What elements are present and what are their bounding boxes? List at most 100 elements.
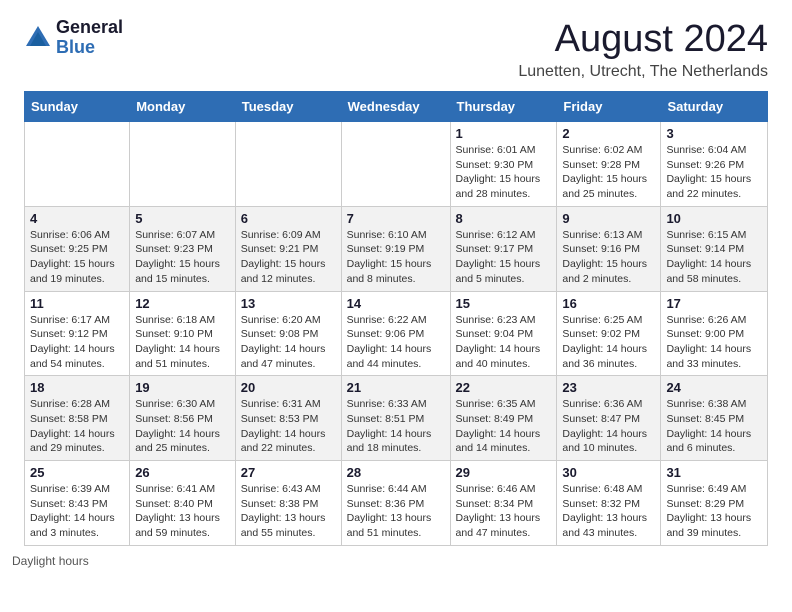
calendar-cell: 17Sunrise: 6:26 AMSunset: 9:00 PMDayligh… (661, 291, 768, 376)
calendar-cell (341, 122, 450, 207)
main-title: August 2024 (518, 18, 768, 61)
calendar-row-2: 4Sunrise: 6:06 AMSunset: 9:25 PMDaylight… (25, 206, 768, 291)
logo-text: General Blue (56, 18, 123, 58)
day-number: 8 (456, 211, 552, 226)
calendar-row-3: 11 Sunrise: 6:17 AMSunset: 9:12 PMDayligh… (25, 291, 768, 376)
calendar-cell: 8Sunrise: 6:12 AMSunset: 9:17 PMDaylight… (450, 206, 557, 291)
calendar-cell: 22 Sunrise: 6:35 AMSunset: 8:49 PMDayligh… (450, 376, 557, 461)
calendar-cell: 29Sunrise: 6:46 AMSunset: 8:34 PMDayligh… (450, 461, 557, 546)
day-number: 11 (30, 296, 124, 311)
day-info: Sunrise: 6:04 AMSunset: 9:26 PMDaylight:… (666, 143, 762, 202)
calendar-cell: 14Sunrise: 6:22 AMSunset: 9:06 PMDayligh… (341, 291, 450, 376)
logo-general: General (56, 18, 123, 38)
col-thursday: Thursday (450, 92, 557, 122)
calendar-cell: 25 Sunrise: 6:39 AMSunset: 8:43 PMDayligh… (25, 461, 130, 546)
header-row: Sunday Monday Tuesday Wednesday Thursday… (25, 92, 768, 122)
day-info: Sunrise: 6:35 AMSunset: 8:49 PMDaylight:… (456, 397, 552, 456)
calendar-cell: 9Sunrise: 6:13 AMSunset: 9:16 PMDaylight… (557, 206, 661, 291)
calendar-row-5: 25 Sunrise: 6:39 AMSunset: 8:43 PMDayligh… (25, 461, 768, 546)
day-number: 10 (666, 211, 762, 226)
calendar-cell: 27Sunrise: 6:43 AMSunset: 8:38 PMDayligh… (235, 461, 341, 546)
calendar-cell: 13 Sunrise: 6:20 AMSunset: 9:08 PMDayligh… (235, 291, 341, 376)
col-saturday: Saturday (661, 92, 768, 122)
calendar-cell: 2 Sunrise: 6:02 AMSunset: 9:28 PMDaylight… (557, 122, 661, 207)
day-number: 13 (241, 296, 336, 311)
day-info: Sunrise: 6:01 AMSunset: 9:30 PMDaylight:… (456, 143, 552, 202)
footer-text: Daylight hours (12, 554, 89, 568)
day-number: 9 (562, 211, 655, 226)
calendar-header: Sunday Monday Tuesday Wednesday Thursday… (25, 92, 768, 122)
day-number: 5 (135, 211, 230, 226)
logo: General Blue (24, 18, 123, 58)
calendar-cell (130, 122, 236, 207)
calendar-cell: 26Sunrise: 6:41 AMSunset: 8:40 PMDayligh… (130, 461, 236, 546)
calendar-cell: 3 Sunrise: 6:04 AMSunset: 9:26 PMDaylight… (661, 122, 768, 207)
day-number: 29 (456, 465, 552, 480)
footer: Daylight hours (0, 546, 792, 576)
day-info: Sunrise: 6:20 AMSunset: 9:08 PMDaylight:… (241, 313, 336, 372)
col-wednesday: Wednesday (341, 92, 450, 122)
subtitle: Lunetten, Utrecht, The Netherlands (518, 63, 768, 81)
day-info: Sunrise: 6:18 AMSunset: 9:10 PMDaylight:… (135, 313, 230, 372)
calendar-cell: 18 Sunrise: 6:28 AMSunset: 8:58 PMDayligh… (25, 376, 130, 461)
day-number: 22 (456, 380, 552, 395)
calendar-cell: 10 Sunrise: 6:15 AMSunset: 9:14 PMDayligh… (661, 206, 768, 291)
day-number: 20 (241, 380, 336, 395)
day-info: Sunrise: 6:02 AMSunset: 9:28 PMDaylight:… (562, 143, 655, 202)
calendar-cell: 23Sunrise: 6:36 AMSunset: 8:47 PMDayligh… (557, 376, 661, 461)
day-info: Sunrise: 6:49 AMSunset: 8:29 PMDaylight:… (666, 482, 762, 541)
col-tuesday: Tuesday (235, 92, 341, 122)
day-info: Sunrise: 6:30 AMSunset: 8:56 PMDaylight:… (135, 397, 230, 456)
day-number: 6 (241, 211, 336, 226)
day-info: Sunrise: 6:07 AMSunset: 9:23 PMDaylight:… (135, 228, 230, 287)
day-number: 3 (666, 126, 762, 141)
title-area: August 2024 Lunetten, Utrecht, The Nethe… (518, 18, 768, 81)
day-info: Sunrise: 6:26 AMSunset: 9:00 PMDaylight:… (666, 313, 762, 372)
day-info: Sunrise: 6:31 AMSunset: 8:53 PMDaylight:… (241, 397, 336, 456)
calendar-cell (235, 122, 341, 207)
day-number: 18 (30, 380, 124, 395)
day-info: Sunrise: 6:39 AMSunset: 8:43 PMDaylight:… (30, 482, 124, 541)
day-number: 19 (135, 380, 230, 395)
day-number: 25 (30, 465, 124, 480)
day-info: Sunrise: 6:22 AMSunset: 9:06 PMDaylight:… (347, 313, 445, 372)
day-info: Sunrise: 6:38 AMSunset: 8:45 PMDaylight:… (666, 397, 762, 456)
calendar-cell: 24Sunrise: 6:38 AMSunset: 8:45 PMDayligh… (661, 376, 768, 461)
calendar-cell: 12Sunrise: 6:18 AMSunset: 9:10 PMDayligh… (130, 291, 236, 376)
day-number: 2 (562, 126, 655, 141)
calendar-row-1: 1 Sunrise: 6:01 AMSunset: 9:30 PMDaylight… (25, 122, 768, 207)
calendar-cell (25, 122, 130, 207)
col-friday: Friday (557, 92, 661, 122)
day-info: Sunrise: 6:10 AMSunset: 9:19 PMDaylight:… (347, 228, 445, 287)
day-info: Sunrise: 6:33 AMSunset: 8:51 PMDaylight:… (347, 397, 445, 456)
calendar-cell: 4Sunrise: 6:06 AMSunset: 9:25 PMDaylight… (25, 206, 130, 291)
day-number: 23 (562, 380, 655, 395)
calendar-cell: 28Sunrise: 6:44 AMSunset: 8:36 PMDayligh… (341, 461, 450, 546)
calendar-cell: 1 Sunrise: 6:01 AMSunset: 9:30 PMDaylight… (450, 122, 557, 207)
calendar-cell: 6 Sunrise: 6:09 AMSunset: 9:21 PMDaylight… (235, 206, 341, 291)
calendar-cell: 5 Sunrise: 6:07 AMSunset: 9:23 PMDaylight… (130, 206, 236, 291)
page-container: General Blue August 2024 Lunetten, Utrec… (0, 0, 792, 576)
calendar-cell: 20 Sunrise: 6:31 AMSunset: 8:53 PMDayligh… (235, 376, 341, 461)
calendar-cell: 15Sunrise: 6:23 AMSunset: 9:04 PMDayligh… (450, 291, 557, 376)
day-number: 4 (30, 211, 124, 226)
calendar-row-4: 18 Sunrise: 6:28 AMSunset: 8:58 PMDayligh… (25, 376, 768, 461)
day-info: Sunrise: 6:43 AMSunset: 8:38 PMDaylight:… (241, 482, 336, 541)
calendar-cell: 31Sunrise: 6:49 AMSunset: 8:29 PMDayligh… (661, 461, 768, 546)
day-number: 1 (456, 126, 552, 141)
calendar-table: Sunday Monday Tuesday Wednesday Thursday… (24, 91, 768, 546)
col-sunday: Sunday (25, 92, 130, 122)
calendar-cell: 11 Sunrise: 6:17 AMSunset: 9:12 PMDayligh… (25, 291, 130, 376)
day-info: Sunrise: 6:15 AMSunset: 9:14 PMDaylight:… (666, 228, 762, 287)
day-info: Sunrise: 6:09 AMSunset: 9:21 PMDaylight:… (241, 228, 336, 287)
calendar-cell: 21Sunrise: 6:33 AMSunset: 8:51 PMDayligh… (341, 376, 450, 461)
logo-icon (24, 24, 52, 52)
calendar-cell: 30Sunrise: 6:48 AMSunset: 8:32 PMDayligh… (557, 461, 661, 546)
day-info: Sunrise: 6:28 AMSunset: 8:58 PMDaylight:… (30, 397, 124, 456)
day-number: 7 (347, 211, 445, 226)
day-info: Sunrise: 6:17 AMSunset: 9:12 PMDaylight:… (30, 313, 124, 372)
day-info: Sunrise: 6:25 AMSunset: 9:02 PMDaylight:… (562, 313, 655, 372)
col-monday: Monday (130, 92, 236, 122)
day-info: Sunrise: 6:44 AMSunset: 8:36 PMDaylight:… (347, 482, 445, 541)
day-number: 30 (562, 465, 655, 480)
